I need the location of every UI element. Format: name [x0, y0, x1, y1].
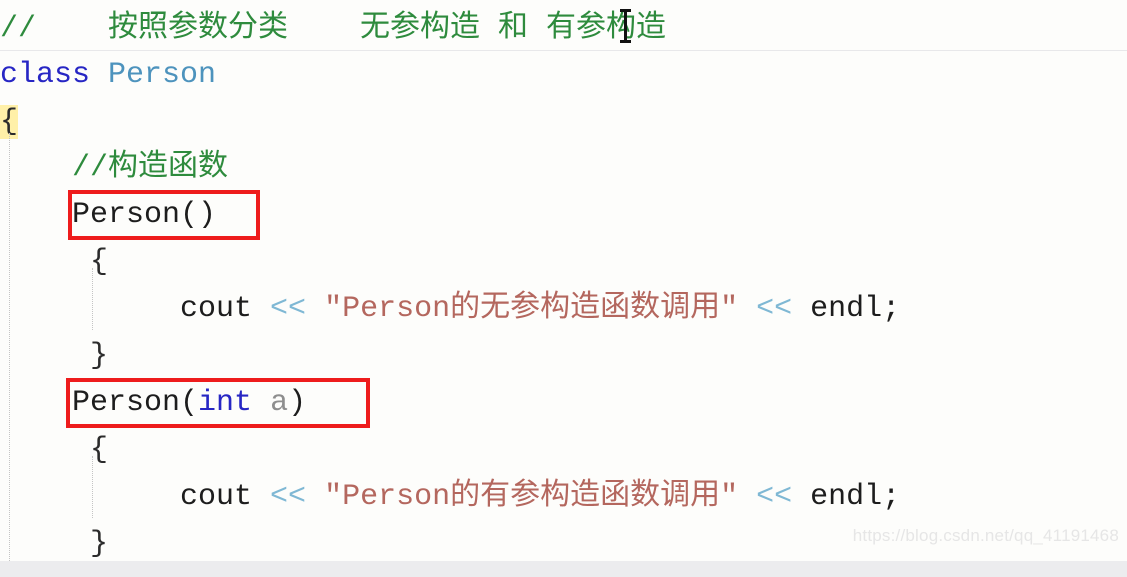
- indent-guide-level-3: [92, 456, 93, 518]
- indent-guide-level-1: [9, 133, 10, 563]
- string-literal-param: "Person的有参构造函数调用": [324, 480, 739, 514]
- line-class-decl[interactable]: class Person: [0, 52, 1127, 99]
- cout-stream: cout: [0, 292, 271, 326]
- param-ctor-name: Person(: [0, 386, 199, 420]
- comment-text: 按照参数分类 无参构造 和 有参构造: [108, 12, 667, 46]
- endl-token-2: endl;: [810, 480, 901, 514]
- cout-stream-2: cout: [0, 480, 271, 514]
- bottom-strip: [0, 561, 1127, 577]
- string-literal-default: "Person的无参构造函数调用": [324, 292, 739, 326]
- line-ctor-default-open[interactable]: {: [0, 239, 1127, 286]
- line-comment-classify[interactable]: // 按照参数分类 无参构造 和 有参构造: [0, 6, 1127, 53]
- default-ctor-signature: Person(): [0, 198, 217, 232]
- param-name-a: a: [252, 386, 289, 420]
- param-type-int: int: [198, 386, 253, 420]
- line-comment-ctor[interactable]: //构造函数: [0, 145, 1127, 192]
- endl-token: endl;: [810, 292, 901, 326]
- line-cout-default[interactable]: cout << "Person的无参构造函数调用" << endl;: [0, 286, 1127, 333]
- line-ctor-default[interactable]: Person(): [0, 192, 1127, 239]
- insertion-operator-1: <<: [270, 292, 325, 326]
- watermark-text: https://blog.csdn.net/qq_41191468: [852, 526, 1119, 545]
- keyword-class: class: [0, 58, 109, 92]
- indent-guide-level-2: [92, 268, 93, 330]
- ctor-comment: //构造函数: [0, 151, 229, 185]
- line-ctor-param[interactable]: Person(int a): [0, 380, 1127, 427]
- class-name-person: Person: [108, 58, 217, 92]
- insertion-operator-4: <<: [738, 480, 811, 514]
- line-ctor-param-open[interactable]: {: [0, 427, 1127, 474]
- comment-slashes: //: [0, 12, 109, 46]
- param-ctor-close-brace: }: [0, 527, 109, 561]
- insertion-operator-2: <<: [738, 292, 811, 326]
- param-ctor-close-paren: ): [288, 386, 307, 420]
- line-ctor-default-close[interactable]: }: [0, 333, 1127, 380]
- line-class-open-brace[interactable]: {: [0, 99, 1127, 146]
- insertion-operator-3: <<: [270, 480, 325, 514]
- code-editor-canvas[interactable]: // 按照参数分类 无参构造 和 有参构造 class Person{ //构造函…: [0, 0, 1127, 577]
- default-ctor-close-brace: }: [0, 339, 109, 373]
